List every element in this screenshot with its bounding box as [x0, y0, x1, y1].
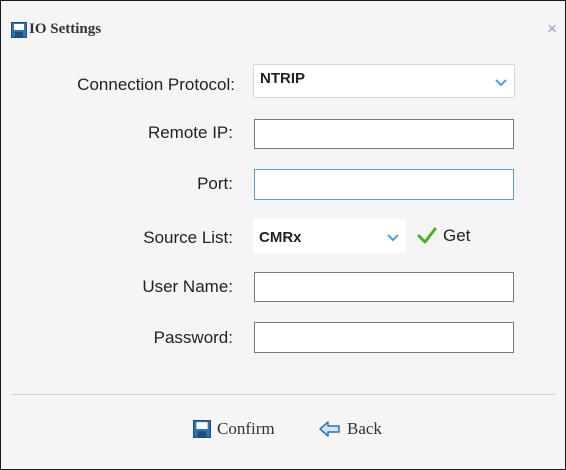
close-icon[interactable]: × — [547, 20, 557, 38]
back-button[interactable]: Back — [319, 418, 382, 440]
title-bar: IO Settings × — [1, 1, 565, 41]
back-button-label: Back — [347, 419, 382, 438]
get-button[interactable]: Get — [417, 224, 470, 248]
chevron-down-icon — [495, 79, 507, 87]
user-name-input[interactable] — [254, 272, 514, 302]
dialog-title: IO Settings — [29, 21, 102, 37]
get-button-label: Get — [443, 226, 471, 245]
source-list-label: Source List: — [143, 228, 233, 247]
port-label: Port: — [197, 174, 233, 193]
back-arrow-icon — [319, 421, 340, 437]
password-label: Password: — [153, 328, 233, 347]
remote-ip-input[interactable] — [254, 119, 514, 149]
confirm-button-label: Confirm — [217, 419, 275, 438]
password-input[interactable] — [254, 322, 514, 353]
source-list-value: CMRx — [259, 229, 302, 246]
source-list-select[interactable]: CMRx — [253, 219, 406, 253]
checkmark-icon — [417, 227, 437, 244]
floppy-disk-icon — [11, 22, 27, 38]
dialog-body: Connection Protocol: NTRIP Remote IP: Po… — [1, 41, 565, 469]
connection-protocol-select[interactable]: NTRIP — [253, 64, 515, 98]
io-settings-dialog: IO Settings × Connection Protocol: NTRIP… — [0, 0, 566, 470]
chevron-down-icon — [387, 234, 399, 242]
connection-protocol-value: NTRIP — [260, 70, 305, 87]
footer-divider — [11, 394, 555, 395]
confirm-button[interactable]: Confirm — [193, 418, 275, 440]
user-name-label: User Name: — [142, 277, 233, 296]
remote-ip-label: Remote IP: — [147, 123, 233, 142]
floppy-disk-icon — [193, 420, 211, 438]
connection-protocol-label: Connection Protocol: — [77, 75, 235, 94]
port-input[interactable] — [254, 169, 514, 200]
